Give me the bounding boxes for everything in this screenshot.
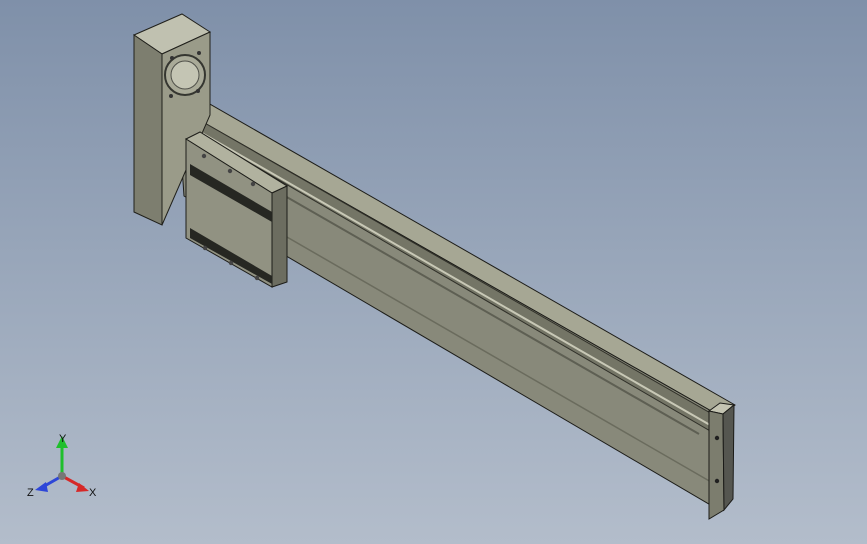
end-cap-side — [722, 403, 735, 512]
carriage-screw — [227, 168, 233, 174]
y-axis-label: Y — [59, 433, 67, 445]
mount-hole — [196, 89, 200, 93]
rail-groove-line — [277, 191, 700, 435]
mount-hole — [197, 51, 201, 55]
carriage-screw — [254, 275, 260, 281]
carriage-screw — [201, 153, 207, 159]
carriage-screw — [250, 181, 256, 187]
end-cap-hole — [714, 435, 720, 441]
carriage-side — [271, 185, 288, 288]
z-axis-arrow-icon — [35, 482, 48, 492]
coordinate-triad: Y X Z — [27, 433, 97, 499]
carriage-screw — [228, 260, 234, 266]
graphics-viewport[interactable]: Y X Z — [0, 0, 867, 544]
z-axis-label: Z — [27, 487, 34, 499]
x-axis-label: X — [89, 487, 97, 499]
end-cap-front — [708, 410, 725, 520]
mount-hole — [169, 94, 173, 98]
carriage-screw — [202, 245, 208, 251]
end-cap-hole — [714, 478, 720, 484]
triad-origin — [58, 472, 66, 480]
linear-actuator-model[interactable] — [0, 0, 867, 544]
mount-hole — [170, 56, 174, 60]
motor-flange-inner — [170, 60, 200, 90]
motor-mount-front — [133, 34, 163, 226]
